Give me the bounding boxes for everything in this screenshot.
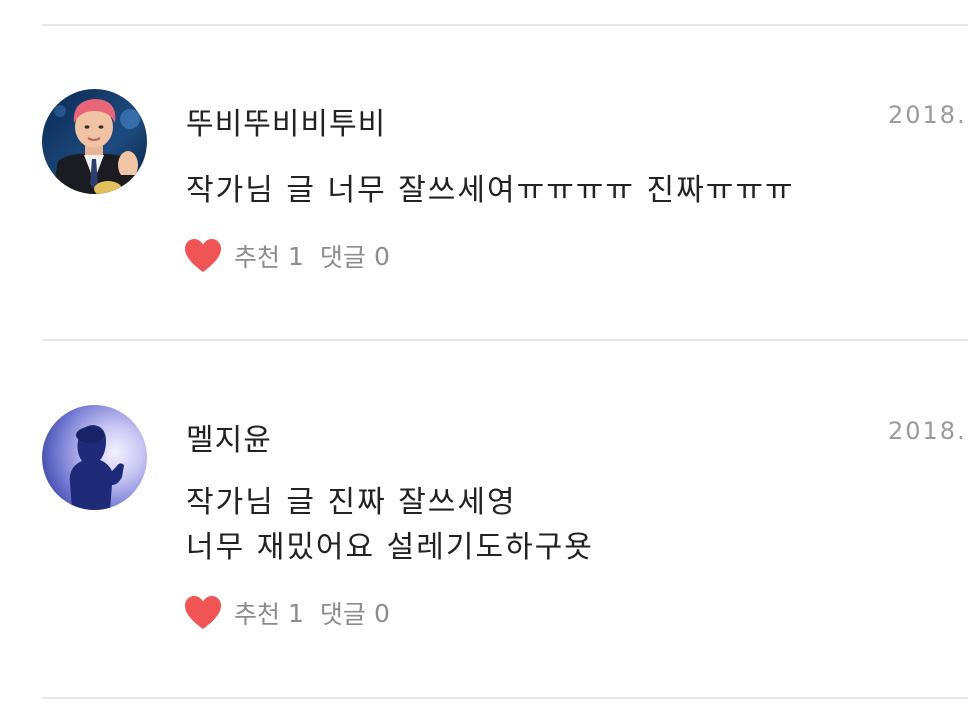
like-label[interactable]: 추천 bbox=[234, 595, 280, 631]
like-count: 1 bbox=[288, 598, 304, 628]
heart-icon[interactable] bbox=[184, 238, 222, 274]
reply-label[interactable]: 댓글 bbox=[320, 595, 366, 631]
reply-count: 0 bbox=[373, 241, 390, 271]
divider bbox=[42, 24, 968, 26]
like-count: 1 bbox=[288, 241, 304, 271]
comment-actions: 추천 1 댓글 0 bbox=[184, 236, 390, 276]
like-label[interactable]: 추천 bbox=[234, 238, 280, 274]
comment-actions: 추천 1 댓글 0 bbox=[184, 593, 390, 633]
comment-date: 2018.0 bbox=[888, 417, 968, 445]
comment-text-line: 작가님 글 너무 잘쓰세여ㅠㅠㅠㅠ 진짜ㅠㅠㅠ bbox=[186, 173, 795, 208]
reply-count: 0 bbox=[373, 598, 390, 628]
heart-icon[interactable] bbox=[184, 595, 222, 631]
comment-text-line: 작가님 글 진짜 잘쓰세영 bbox=[186, 485, 517, 520]
profile-photo-icon[interactable] bbox=[42, 89, 147, 194]
username[interactable]: 뚜비뚜비비투비 bbox=[186, 99, 386, 143]
profile-silhouette-icon[interactable] bbox=[42, 405, 147, 510]
comment-date: 2018.0 bbox=[888, 101, 968, 129]
divider bbox=[42, 697, 968, 699]
username[interactable]: 멜지윤 bbox=[186, 415, 272, 459]
comment-text-line: 너무 재밌어요 설레기도하구욧 bbox=[186, 530, 594, 565]
divider bbox=[42, 339, 968, 341]
comment-list: 뚜비뚜비비투비 2018.0 작가님 글 너무 잘쓰세여ㅠㅠㅠㅠ 진짜ㅠㅠㅠ 추… bbox=[0, 0, 968, 726]
reply-label[interactable]: 댓글 bbox=[320, 238, 366, 274]
